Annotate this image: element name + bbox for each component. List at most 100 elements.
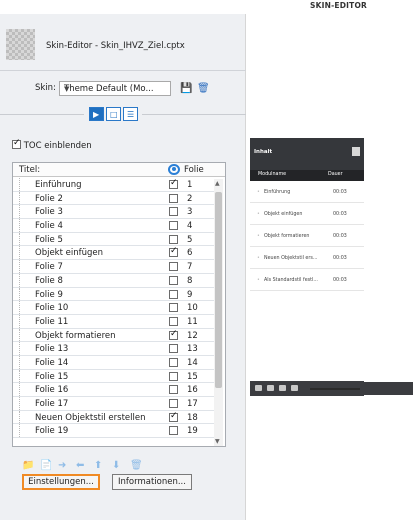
slide-checkbox[interactable] [169,357,178,367]
toc-checkbox-row[interactable]: TOC einblenden [12,138,92,151]
collapse-icon[interactable] [352,147,360,156]
slide-checkbox[interactable] [169,426,178,436]
bullet-icon: • [257,278,260,283]
slide-checkbox[interactable] [169,303,178,313]
list-item[interactable]: Folie 15 15 [13,369,215,384]
move-down-icon[interactable]: ⬇ [112,460,120,471]
toc-checkbox[interactable] [12,138,21,149]
list-item[interactable]: Objekt formatieren 12 [13,328,215,343]
slide-title: Einführung [35,180,82,190]
slide-checkbox[interactable] [169,207,178,217]
slide-checkbox[interactable] [169,193,178,203]
list-item[interactable]: Folie 5 5 [13,232,215,247]
list-item[interactable]: Folie 9 9 [13,287,215,302]
move-left-icon[interactable]: ⬅ [76,460,84,471]
tree-guide [19,273,26,287]
preview-row[interactable]: • Objekt formatieren 00:03 [250,226,364,247]
slide-checkbox[interactable] [169,246,178,258]
skin-select[interactable]: Theme Default (Mo... ▼ [59,81,171,96]
slide-title: Objekt formatieren [35,330,116,341]
slide-number: 12 [187,330,198,341]
end-icon[interactable] [291,385,298,391]
slide-number: 1 [187,180,193,190]
list-item[interactable]: Folie 19 19 [13,424,215,439]
slide-title: Folie 10 [35,303,69,314]
progress-track[interactable] [310,388,360,390]
play-icon[interactable] [267,385,274,391]
slide-checkbox[interactable] [169,371,178,381]
tab-toc[interactable]: ☰ [123,107,138,121]
list-item[interactable]: Folie 17 17 [13,397,215,411]
slide-checkbox[interactable] [169,275,178,285]
preview-row-duration: 00:03 [333,278,347,283]
slide-checkbox[interactable] [169,344,178,354]
list-item[interactable]: Folie 7 7 [13,260,215,274]
list-item[interactable]: Einführung 1 [13,178,215,192]
list-item[interactable]: Folie 10 10 [13,301,215,315]
scrollbar[interactable]: ▲ ▼ [214,179,223,446]
list-item[interactable]: Folie 8 8 [13,273,215,288]
scroll-down-icon[interactable]: ▼ [215,438,220,445]
slide-checkbox[interactable] [169,399,178,408]
preview-row[interactable]: • Als Standardstil festl... 00:03 [250,270,364,291]
toc-preview: Inhalt Modulname Dauer • Einführung 00:03 •… [250,138,364,396]
slide-checkbox[interactable] [169,385,178,395]
slide-title: Folie 7 [35,262,63,273]
eye-icon[interactable] [168,164,180,175]
preview-row[interactable]: • Neuen Objektstil ers... 00:03 [250,248,364,269]
preview-row-duration: 00:03 [333,234,347,239]
tree-guide [19,260,26,273]
slide-checkbox[interactable] [169,289,178,299]
preview-row[interactable]: • Einführung 00:03 [250,182,364,203]
trash-icon[interactable]: 🗑 [130,460,143,471]
move-up-icon[interactable]: ⬆ [94,460,102,471]
slide-number: 18 [187,412,198,423]
square-icon: □ [110,110,118,119]
delete-icon[interactable]: 🗑 [197,83,210,94]
list-item[interactable]: Folie 11 11 [13,314,215,329]
list-item[interactable]: Neuen Objektstil erstellen 18 [13,410,215,425]
skin-row: Skin: Theme Default (Mo... ▼ 💾 🗑 [0,80,246,96]
preview-title: Inhalt [254,149,273,155]
new-entry-icon[interactable]: 📄 [40,460,52,471]
slide-checkbox[interactable] [169,316,178,326]
tree-guide [19,205,26,219]
list-item[interactable]: Folie 13 13 [13,342,215,356]
list-item[interactable]: Folie 3 3 [13,205,215,220]
slide-checkbox[interactable] [169,221,178,231]
slide-number: 7 [187,262,193,273]
settings-button[interactable]: Einstellungen... [22,474,100,490]
slide-title: Folie 9 [35,289,63,300]
preview-row[interactable]: • Objekt einfügen 00:03 [250,204,364,225]
column-slide: Folie [184,165,204,175]
folder-icon[interactable]: 📁 [22,460,34,471]
move-right-icon[interactable]: ➜ [58,460,66,471]
list-item[interactable]: Folie 16 16 [13,383,215,397]
column-title: Titel: [19,165,41,175]
preview-column-header: Modulname Dauer [250,170,364,181]
scrollbar-thumb[interactable] [215,192,222,388]
list-item[interactable]: Folie 2 2 [13,191,215,206]
save-icon[interactable]: 💾 [180,83,192,94]
rewind-icon[interactable] [255,385,262,391]
list-item[interactable]: Objekt einfügen 6 [13,246,215,261]
forward-icon[interactable] [279,385,286,391]
slide-number: 2 [187,193,193,204]
slide-number: 17 [187,399,198,409]
slide-checkbox[interactable] [169,262,178,272]
tree-guide [19,424,26,438]
slide-title: Folie 11 [35,316,69,327]
slide-checkbox[interactable] [169,411,178,422]
slide-number: 9 [187,289,193,300]
slide-checkbox[interactable] [169,234,178,244]
preview-col-name: Modulname [258,172,287,177]
tree-guide [19,410,26,424]
tab-borders[interactable]: □ [106,107,121,121]
scroll-up-icon[interactable]: ▲ [215,180,220,187]
slide-checkbox[interactable] [169,329,178,340]
list-item[interactable]: Folie 4 4 [13,219,215,233]
list-item[interactable]: Folie 14 14 [13,355,215,370]
info-button[interactable]: Informationen... [112,474,192,490]
slide-checkbox[interactable] [169,178,178,189]
tab-playback[interactable]: ▶ [89,107,104,121]
